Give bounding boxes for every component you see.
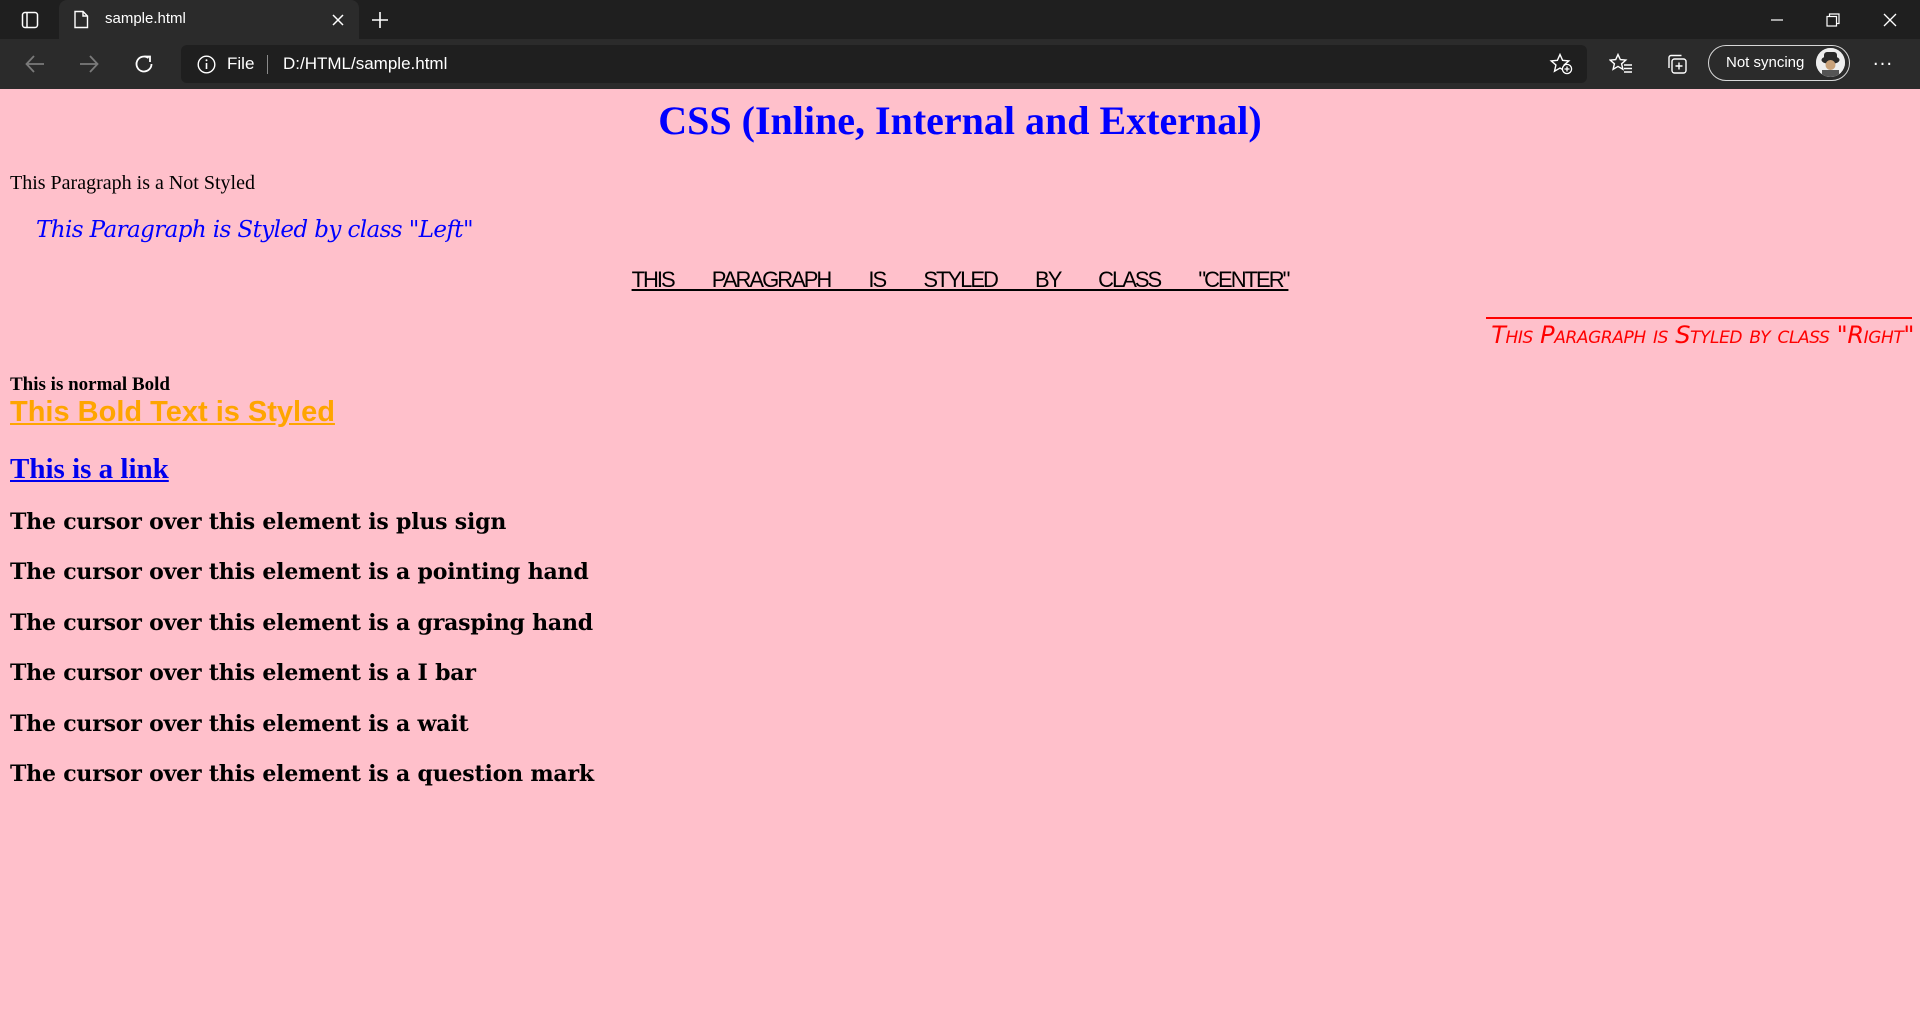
plus-icon[interactable] xyxy=(367,7,393,33)
minimize-icon[interactable] xyxy=(1749,0,1805,39)
paragraph-right: This Paragraph is Styled by class "Right… xyxy=(1491,321,1914,349)
paragraph-right-overline xyxy=(1486,317,1912,319)
restore-icon[interactable] xyxy=(1805,0,1861,39)
refresh-icon[interactable] xyxy=(128,48,160,80)
address-url[interactable]: D:/HTML/sample.html xyxy=(283,54,447,74)
bold-normal-text: This is normal Bold xyxy=(10,374,170,395)
back-icon[interactable] xyxy=(19,48,51,80)
toolbar: File D:/HTML/sample.html Not syncing ··· xyxy=(0,39,1920,90)
file-icon xyxy=(73,10,89,34)
forward-icon[interactable] xyxy=(73,48,105,80)
cursor-plus-line[interactable]: The cursor over this element is plus sig… xyxy=(10,509,506,535)
paragraph-center: THIS PARAGRAPH IS STYLED BY CLASS "CENTE… xyxy=(631,267,1291,292)
page-heading: CSS (Inline, Internal and External) xyxy=(658,98,1262,143)
close-window-icon[interactable] xyxy=(1862,0,1918,39)
page-content: CSS (Inline, Internal and External) This… xyxy=(0,89,1920,1030)
paragraph-left: This Paragraph is Styled by class "Left" xyxy=(36,217,474,243)
close-icon[interactable] xyxy=(327,9,349,31)
info-icon[interactable] xyxy=(197,55,216,79)
address-separator xyxy=(267,55,268,74)
tab-strip: sample.html xyxy=(0,0,1920,39)
star-add-icon[interactable] xyxy=(1549,52,1573,80)
sync-label: Not syncing xyxy=(1726,54,1805,71)
favorites-icon[interactable] xyxy=(1605,48,1637,80)
sync-button[interactable]: Not syncing xyxy=(1708,45,1850,81)
sample-link[interactable]: This is a link xyxy=(10,453,169,486)
cursor-pointer-line[interactable]: The cursor over this element is a pointi… xyxy=(10,559,589,585)
tab-sample[interactable]: sample.html xyxy=(59,0,359,39)
paragraph-not-styled: This Paragraph is a Not Styled xyxy=(10,172,255,194)
cursor-wait-line[interactable]: The cursor over this element is a wait xyxy=(10,711,469,737)
bold-styled-text: This Bold Text is Styled xyxy=(10,396,335,428)
cursor-text-line[interactable]: The cursor over this element is a I bar xyxy=(10,660,476,686)
address-scheme: File xyxy=(227,54,255,73)
more-icon[interactable]: ··· xyxy=(1867,48,1899,80)
avatar xyxy=(1816,48,1845,77)
sidebar-icon[interactable] xyxy=(16,8,44,32)
tab-title: sample.html xyxy=(105,10,186,27)
cursor-help-line[interactable]: The cursor over this element is a questi… xyxy=(10,761,594,787)
collections-icon[interactable] xyxy=(1661,48,1693,80)
address-bar[interactable]: File D:/HTML/sample.html xyxy=(181,45,1587,83)
cursor-grab-line[interactable]: The cursor over this element is a graspi… xyxy=(10,610,593,636)
